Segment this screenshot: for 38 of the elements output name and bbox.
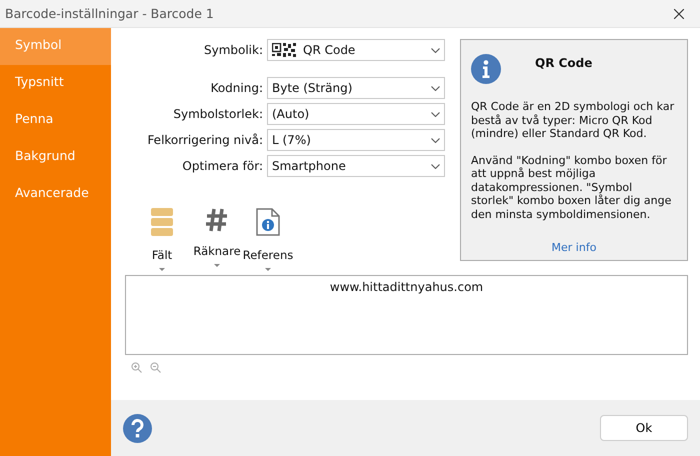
toolbar-label[interactable]: Referens — [242, 248, 294, 262]
fields-icon[interactable] — [151, 208, 173, 236]
editor-text: www.hittadittnyahus.com — [330, 280, 484, 294]
window-title: Barcode-inställningar - Barcode 1 — [5, 6, 214, 21]
document-info-icon[interactable] — [256, 208, 280, 236]
text-editor[interactable]: www.hittadittnyahus.com — [125, 275, 688, 355]
help-icon[interactable] — [123, 414, 152, 442]
dropdown-arrow-icon[interactable] — [265, 268, 271, 271]
close-icon[interactable] — [674, 8, 684, 18]
info-text: QR Code är en 2D symbologi och kar bestå av två typer: Micro QR Kod (mindre) eller Standard QR Kod. — [471, 100, 676, 140]
info-title: QR Code — [535, 56, 592, 70]
combo-box[interactable]: Byte (Sträng) — [267, 77, 445, 99]
combo-box[interactable]: (Auto) — [267, 103, 445, 125]
toolbar-label[interactable]: Fält — [152, 248, 172, 262]
more-info-link[interactable]: Mer info — [552, 241, 596, 254]
chevron-down-icon — [431, 138, 440, 142]
chevron-down-icon — [431, 112, 440, 116]
zoom-out-icon[interactable] — [150, 362, 161, 373]
field-label: Kodning: — [210, 81, 263, 95]
chevron-down-icon — [431, 164, 440, 168]
info-icon — [471, 54, 501, 84]
field-label: Symbolstorlek: — [173, 107, 263, 121]
combo-box[interactable]: Smartphone — [267, 155, 445, 177]
field-label: Felkorrigering nivå: — [147, 133, 263, 147]
field-label: Optimera för: — [182, 159, 263, 173]
combo-box[interactable]: L (7%) — [267, 129, 445, 151]
toolbar-label[interactable]: Räknare — [193, 244, 241, 258]
dropdown-arrow-icon[interactable] — [214, 264, 220, 267]
chevron-down-icon — [431, 48, 440, 52]
combo-box[interactable]: QR Code — [267, 39, 445, 61]
chevron-down-icon — [431, 86, 440, 90]
ok-button[interactable]: Ok — [600, 415, 688, 441]
dropdown-arrow-icon[interactable] — [159, 268, 165, 271]
field-label: Symbolik: — [204, 43, 263, 57]
info-text: Använd "Kodning" kombo boxen för att uppnå best möjliga datakompressionen. "Symbol storlek" kombo boxen låter dig ange den minsta symboldimensionen. — [471, 154, 672, 221]
qr-code-icon — [272, 43, 296, 57]
zoom-in-icon[interactable] — [131, 362, 142, 373]
hash-icon[interactable] — [206, 208, 228, 232]
